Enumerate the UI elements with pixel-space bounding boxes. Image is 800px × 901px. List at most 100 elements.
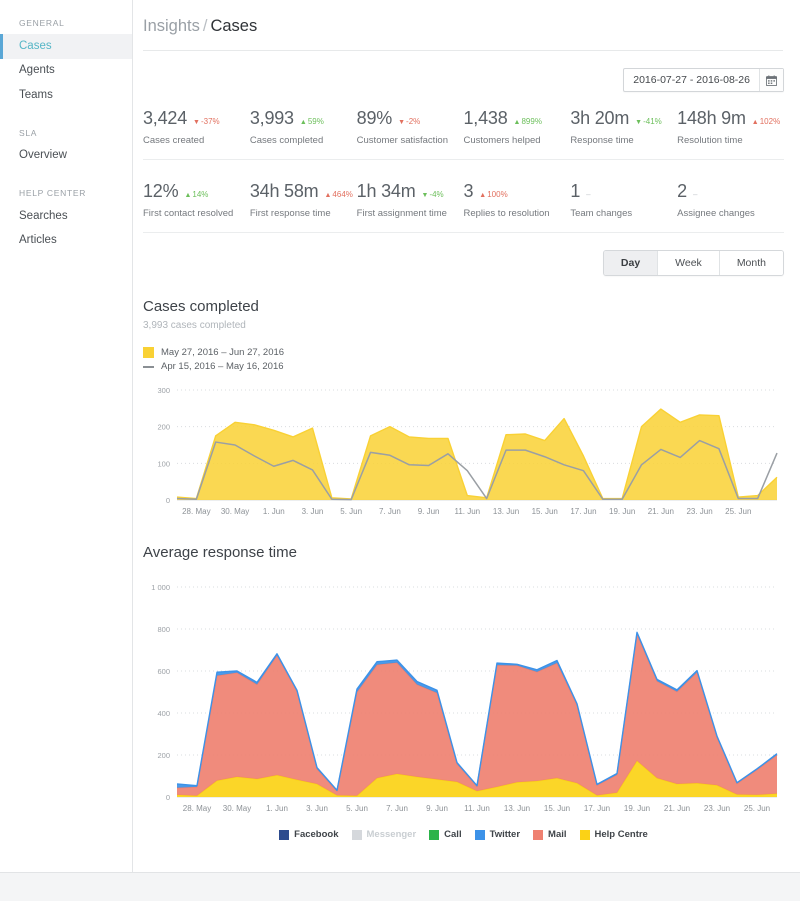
sidebar-item-label: Teams [19,88,53,101]
metric-cases-created: 3,424 ▼-37% Cases created [143,108,250,146]
sidebar-item-cases[interactable]: Cases [0,34,132,59]
svg-text:25. Jun: 25. Jun [725,507,751,516]
nav-group-sla: SLA Overview [0,128,132,169]
legend-item-twitter[interactable]: Twitter [474,829,521,840]
nav-group-general: GENERAL Cases Agents Teams [0,18,132,108]
svg-text:13. Jun: 13. Jun [493,507,519,516]
svg-text:1. Jun: 1. Jun [263,507,285,516]
svg-text:5. Jun: 5. Jun [346,804,368,813]
legend-item-previous-period[interactable]: Apr 15, 2016 – May 16, 2016 [143,361,784,372]
date-range-picker[interactable]: 2016-07-27 - 2016-08-26 [623,68,784,92]
metrics-row-1: 3,424 ▼-37% Cases created 3,993 ▲59% Cas… [143,108,784,160]
metric-delta-value: -37% [200,117,220,126]
period-tabs-row: Day Week Month [143,233,784,276]
metric-label: First assignment time [356,208,447,219]
svg-text:28. May: 28. May [183,804,211,813]
metric-delta: – [692,190,698,199]
chart-legend-top: May 27, 2016 – Jun 27, 2016 Apr 15, 2016… [143,347,784,372]
metric-value: 1h 34m [356,181,416,201]
legend-label: Messenger [366,829,417,840]
metric-label: Customer satisfaction [356,135,448,146]
metric-label: Customers helped [463,135,541,146]
tab-day[interactable]: Day [603,251,658,275]
nav-group-title-help-center: HELP CENTER [19,188,87,199]
svg-text:600: 600 [157,667,170,676]
metric-value: 1 [570,181,581,201]
metric-cases-completed: 3,993 ▲59% Cases completed [250,108,357,146]
sidebar-item-teams[interactable]: Teams [0,83,132,108]
svg-text:5. Jun: 5. Jun [340,507,362,516]
svg-text:19. Jun: 19. Jun [609,507,635,516]
metric-delta-value: 464% [332,190,353,199]
arrow-up-icon: ▲ [513,119,521,126]
chart-cases-completed: Cases completed 3,993 cases completed Ma… [143,276,784,522]
metric-delta: ▼-2% [398,117,420,126]
cases-completed-svg: 0 100 200 300 28. May 30. May 1. Jun 3. Jun 5. J… [157,386,778,516]
sidebar-item-agents[interactable]: Agents [0,59,132,84]
sidebar-item-label: Articles [19,234,57,247]
metric-value: 2 [677,181,687,201]
sidebar-item-label: Overview [19,149,67,162]
sidebar-item-searches[interactable]: Searches [0,204,132,229]
metric-value: 12% [143,181,179,201]
metric-delta-value: 102% [759,117,781,126]
period-tabs: Day Week Month [602,250,784,276]
breadcrumb-parent[interactable]: Insights [143,17,200,35]
metric-delta-value: 14% [192,190,209,199]
metric-first-assignment-time: 1h 34m ▼-4% First assignment time [357,181,464,219]
svg-text:300: 300 [157,386,170,395]
svg-text:800: 800 [157,625,170,634]
sidebar-item-overview[interactable]: Overview [0,144,132,169]
metric-replies-to-resolution: 3 ▲100% Replies to resolution [463,181,570,219]
legend-label: Twitter [489,829,521,840]
metric-first-contact-resolved: 12% ▲14% First contact resolved [143,181,250,219]
metric-delta-value: 899% [521,117,542,126]
metric-resolution-time: 148h 9m ▲102% Resolution time [677,108,784,146]
arrow-down-icon: ▼ [635,119,643,126]
metric-label: Cases completed [249,135,324,146]
svg-text:3. Jun: 3. Jun [306,804,328,813]
chart-plot-cases-completed[interactable]: 0 100 200 300 28. May 30. May 1. Jun 3. Jun 5. J… [143,382,784,522]
metric-delta: – [586,190,591,199]
tab-week[interactable]: Week [657,251,719,275]
metric-delta: ▲102% [752,117,780,126]
legend-item-call[interactable]: Call [429,829,462,840]
legend-label: Mail [548,829,567,840]
legend-item-current-period[interactable]: May 27, 2016 – Jun 27, 2016 [143,347,784,358]
legend-item-facebook[interactable]: Facebook [279,829,339,840]
legend-swatch-icon [279,829,290,840]
legend-item-mail[interactable]: Mail [533,829,567,840]
metric-team-changes: 1 – Team changes [570,181,677,219]
svg-text:1. Jun: 1. Jun [266,804,288,813]
calendar-icon[interactable] [759,69,783,91]
sidebar-item-articles[interactable]: Articles [0,229,132,254]
arrow-down-icon: ▼ [398,119,406,126]
metric-delta: ▼-4% [422,190,444,199]
date-range-value[interactable]: 2016-07-27 - 2016-08-26 [624,69,759,91]
metric-response-time: 3h 20m ▼-41% Response time [570,108,677,146]
svg-text:21. Jun: 21. Jun [648,507,674,516]
legend-item-messenger[interactable]: Messenger [351,829,417,840]
metric-delta: ▲59% [300,117,324,126]
legend-swatch-icon [579,829,590,840]
svg-text:25. Jun: 25. Jun [744,804,770,813]
legend-swatch-icon [429,829,440,840]
metric-delta: ▼-41% [635,117,662,126]
metric-value: 3h 20m [570,108,630,128]
metrics-section: 3,424 ▼-37% Cases created 3,993 ▲59% Cas… [143,92,784,233]
metric-delta: ▲899% [514,117,542,126]
chart-subtitle: 3,993 cases completed [143,320,246,331]
metric-label: Resolution time [677,135,743,146]
legend-label: May 27, 2016 – Jun 27, 2016 [161,347,285,358]
date-range-row: 2016-07-27 - 2016-08-26 [143,51,784,92]
legend-item-help-centre[interactable]: Help Centre [579,829,648,840]
svg-text:9. Jun: 9. Jun [426,804,448,813]
chart-plot-average-response-time[interactable]: 0 200 400 600 800 1 000 28. May 30. May 1. Jun 3.… [143,579,784,819]
arrow-up-icon: ▲ [324,192,332,199]
tab-month[interactable]: Month [718,251,783,275]
svg-text:11. Jun: 11. Jun [454,507,480,516]
metric-label: Cases created [143,135,205,146]
legend-label: Apr 15, 2016 – May 16, 2016 [161,361,284,372]
page-title: Cases [210,17,258,35]
svg-text:100: 100 [157,459,170,468]
